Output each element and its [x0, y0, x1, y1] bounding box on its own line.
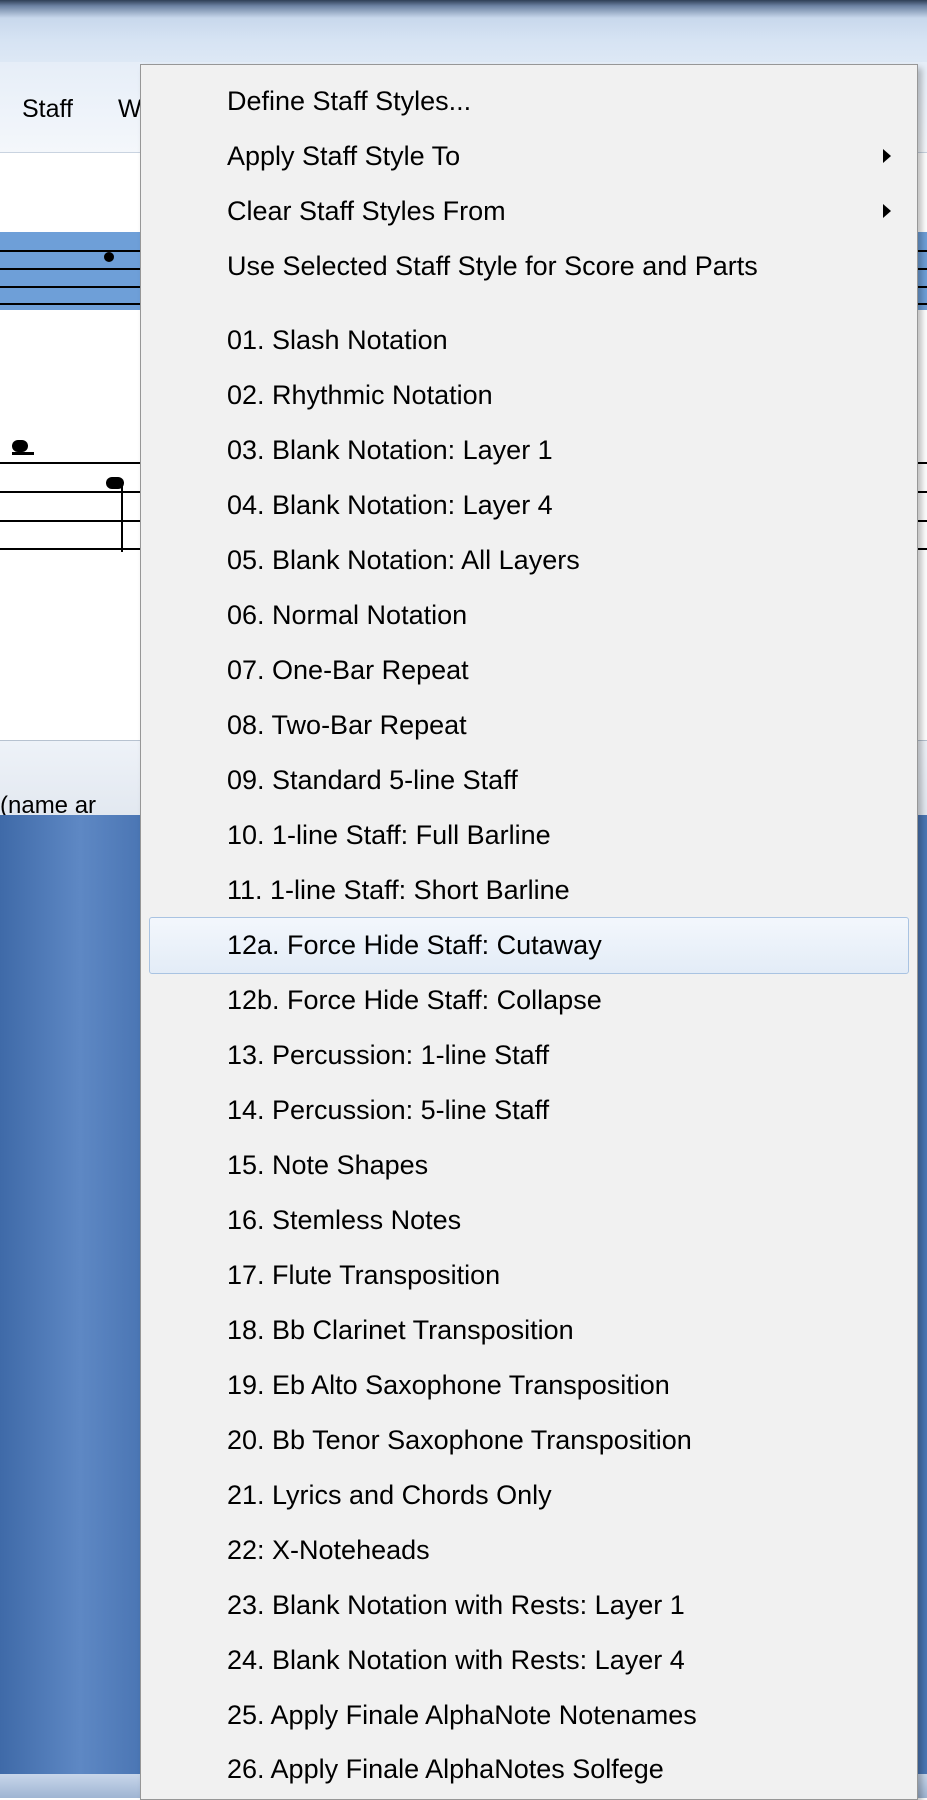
menu-item-label: Clear Staff Styles From [227, 196, 506, 226]
menu-item-lyrics-and-chords-only[interactable]: 21. Lyrics and Chords Only [141, 1468, 917, 1523]
menu-item-define-staff-styles[interactable]: Define Staff Styles... [141, 74, 917, 129]
menu-item-clear-staff-styles-from[interactable]: Clear Staff Styles From [141, 184, 917, 239]
menu-window[interactable]: W [118, 95, 142, 124]
menu-item-label: 22: X-Noteheads [227, 1535, 430, 1565]
menu-item-force-hide-collapse[interactable]: 12b. Force Hide Staff: Collapse [141, 973, 917, 1028]
note-head [12, 440, 28, 452]
note-stem [121, 480, 123, 552]
menu-item-label: Define Staff Styles... [227, 86, 472, 116]
menu-item-label: 17. Flute Transposition [227, 1260, 501, 1290]
menu-item-standard-5-line-staff[interactable]: 09. Standard 5-line Staff [141, 753, 917, 808]
menu-item-label: 15. Note Shapes [227, 1150, 429, 1180]
menu-item-label: 11. 1-line Staff: Short Barline [227, 875, 570, 905]
menu-item-label: 08. Two-Bar Repeat [227, 710, 467, 740]
menu-item-normal-notation[interactable]: 06. Normal Notation [141, 588, 917, 643]
menu-item-apply-staff-style-to[interactable]: Apply Staff Style To [141, 129, 917, 184]
menu-staff[interactable]: Staff [22, 95, 73, 124]
menu-item-label: 19. Eb Alto Saxophone Transposition [227, 1370, 670, 1400]
menu-item-alphanotes-solfege[interactable]: 26. Apply Finale AlphaNotes Solfege [141, 1742, 917, 1797]
menu-item-rhythmic-notation[interactable]: 02. Rhythmic Notation [141, 368, 917, 423]
menu-item-label: 23. Blank Notation with Rests: Layer 1 [227, 1590, 685, 1620]
menu-item-bb-clarinet-transposition[interactable]: 18. Bb Clarinet Transposition [141, 1303, 917, 1358]
submenu-arrow-icon [883, 204, 891, 218]
menu-item-label: 07. One-Bar Repeat [227, 655, 469, 685]
menu-item-label: 21. Lyrics and Chords Only [227, 1480, 552, 1510]
menu-item-label: 13. Percussion: 1-line Staff [227, 1040, 550, 1070]
menu-item-label: 02. Rhythmic Notation [227, 380, 493, 410]
menu-item-blank-notation-layer-1[interactable]: 03. Blank Notation: Layer 1 [141, 423, 917, 478]
menu-item-label: 26. Apply Finale AlphaNotes Solfege [227, 1754, 664, 1784]
menu-item-label: 03. Blank Notation: Layer 1 [227, 435, 553, 465]
menu-item-two-bar-repeat[interactable]: 08. Two-Bar Repeat [141, 698, 917, 753]
menu-item-label: 20. Bb Tenor Saxophone Transposition [227, 1425, 692, 1455]
menu-item-label: 14. Percussion: 5-line Staff [227, 1095, 550, 1125]
menu-item-note-shapes[interactable]: 15. Note Shapes [141, 1138, 917, 1193]
menu-item-label: 24. Blank Notation with Rests: Layer 4 [227, 1645, 685, 1675]
menu-item-slash-notation[interactable]: 01. Slash Notation [141, 313, 917, 368]
menu-item-percussion-1-line[interactable]: 13. Percussion: 1-line Staff [141, 1028, 917, 1083]
staff-style-context-menu: Define Staff Styles... Apply Staff Style… [140, 64, 918, 1800]
menu-item-alphanote-notenames[interactable]: 25. Apply Finale AlphaNote Notenames [141, 1688, 917, 1743]
note-head [104, 252, 114, 262]
menu-item-label: 05. Blank Notation: All Layers [227, 545, 580, 575]
menu-item-label: Use Selected Staff Style for Score and P… [227, 251, 758, 281]
menu-item-one-bar-repeat[interactable]: 07. One-Bar Repeat [141, 643, 917, 698]
menu-item-label: 16. Stemless Notes [227, 1205, 462, 1235]
menu-item-blank-notation-all-layers[interactable]: 05. Blank Notation: All Layers [141, 533, 917, 588]
menu-item-percussion-5-line[interactable]: 14. Percussion: 5-line Staff [141, 1083, 917, 1138]
title-bar [0, 0, 927, 62]
menu-item-label: 06. Normal Notation [227, 600, 468, 630]
menu-item-label: 04. Blank Notation: Layer 4 [227, 490, 553, 520]
menu-item-x-noteheads[interactable]: 22: X-Noteheads [141, 1523, 917, 1578]
menu-item-label: 10. 1-line Staff: Full Barline [227, 820, 551, 850]
menu-item-blank-with-rests-layer-4[interactable]: 24. Blank Notation with Rests: Layer 4 [141, 1633, 917, 1688]
menu-item-label: 18. Bb Clarinet Transposition [227, 1315, 574, 1345]
menu-item-label: 09. Standard 5-line Staff [227, 765, 518, 795]
submenu-arrow-icon [883, 149, 891, 163]
menu-item-1-line-full-barline[interactable]: 10. 1-line Staff: Full Barline [141, 808, 917, 863]
menu-item-blank-with-rests-layer-1[interactable]: 23. Blank Notation with Rests: Layer 1 [141, 1578, 917, 1633]
menu-item-blank-notation-layer-4[interactable]: 04. Blank Notation: Layer 4 [141, 478, 917, 533]
menu-item-eb-alto-sax-transposition[interactable]: 19. Eb Alto Saxophone Transposition [141, 1358, 917, 1413]
menu-item-stemless-notes[interactable]: 16. Stemless Notes [141, 1193, 917, 1248]
menu-item-label: 12a. Force Hide Staff: Cutaway [227, 930, 602, 960]
menu-item-label: 12b. Force Hide Staff: Collapse [227, 985, 602, 1015]
menu-item-label: 25. Apply Finale AlphaNote Notenames [227, 1700, 697, 1730]
menu-item-label: Apply Staff Style To [227, 141, 461, 171]
menu-item-1-line-short-barline[interactable]: 11. 1-line Staff: Short Barline [141, 863, 917, 918]
menu-item-bb-tenor-sax-transposition[interactable]: 20. Bb Tenor Saxophone Transposition [141, 1413, 917, 1468]
menu-item-force-hide-cutaway[interactable]: 12a. Force Hide Staff: Cutaway [149, 917, 909, 974]
menu-item-flute-transposition[interactable]: 17. Flute Transposition [141, 1248, 917, 1303]
note-ledger [12, 452, 34, 455]
menu-item-use-selected-staff-style[interactable]: Use Selected Staff Style for Score and P… [141, 239, 917, 294]
menu-item-label: 01. Slash Notation [227, 325, 448, 355]
